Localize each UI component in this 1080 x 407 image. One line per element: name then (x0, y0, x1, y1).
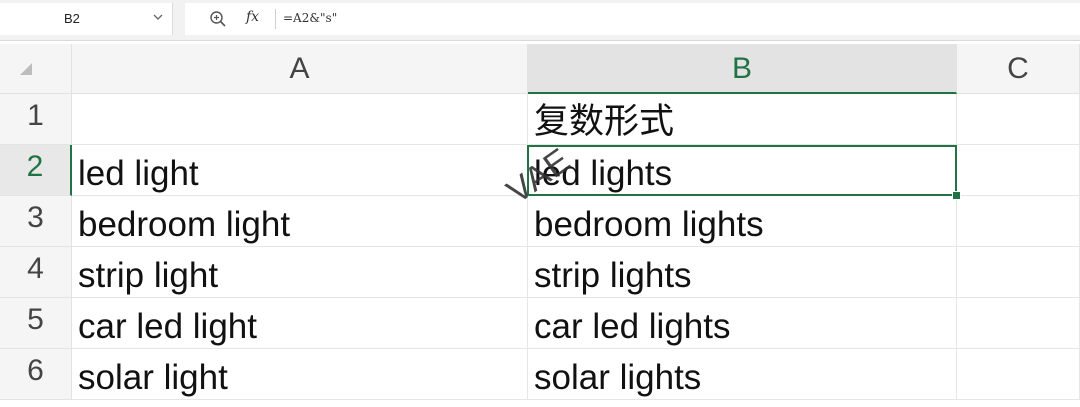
formula-bar: B2 fx =A2&"s" (0, 0, 1080, 41)
cell-b4[interactable]: strip lights (528, 247, 957, 298)
zoom-formula-icon[interactable] (209, 10, 227, 33)
cell-b1[interactable]: 复数形式 (528, 94, 957, 145)
select-all-button[interactable] (0, 44, 72, 94)
row-header-6[interactable]: 6 (0, 349, 72, 400)
cell-c4[interactable] (957, 247, 1080, 298)
cell-a5[interactable]: car led light (72, 298, 528, 349)
cell-a4[interactable]: strip light (72, 247, 528, 298)
function-icon[interactable]: fx (246, 9, 259, 25)
row-header-2[interactable]: 2 (0, 145, 72, 196)
cell-a2[interactable]: led light (72, 145, 528, 196)
row-header-5[interactable]: 5 (0, 298, 72, 349)
chevron-down-icon[interactable] (152, 11, 164, 26)
column-header-b[interactable]: B (528, 44, 957, 94)
cell-c1[interactable] (957, 94, 1080, 145)
cell-b5[interactable]: car led lights (528, 298, 957, 349)
fill-handle[interactable] (952, 191, 961, 200)
cell-c5[interactable] (957, 298, 1080, 349)
column-header-a[interactable]: A (72, 44, 528, 94)
name-box-value[interactable]: B2 (64, 11, 80, 26)
cell-b3[interactable]: bedroom lights (528, 196, 957, 247)
cell-b2[interactable]: led lights (528, 145, 957, 196)
cell-c6[interactable] (957, 349, 1080, 400)
select-all-icon (20, 63, 32, 75)
cell-a6[interactable]: solar light (72, 349, 528, 400)
row-header-4[interactable]: 4 (0, 247, 72, 298)
cell-a1[interactable] (72, 94, 528, 145)
cell-b6[interactable]: solar lights (528, 349, 957, 400)
cell-c3[interactable] (957, 196, 1080, 247)
cell-c2[interactable] (957, 145, 1080, 196)
name-box[interactable]: B2 (0, 3, 173, 35)
formula-input-area[interactable]: fx =A2&"s" (185, 3, 1080, 35)
column-header-c[interactable]: C (957, 44, 1080, 94)
row-header-1[interactable]: 1 (0, 94, 72, 145)
formula-separator (275, 9, 276, 29)
row-header-3[interactable]: 3 (0, 196, 72, 247)
cell-a3[interactable]: bedroom light (72, 196, 528, 247)
formula-text[interactable]: =A2&"s" (283, 11, 337, 25)
